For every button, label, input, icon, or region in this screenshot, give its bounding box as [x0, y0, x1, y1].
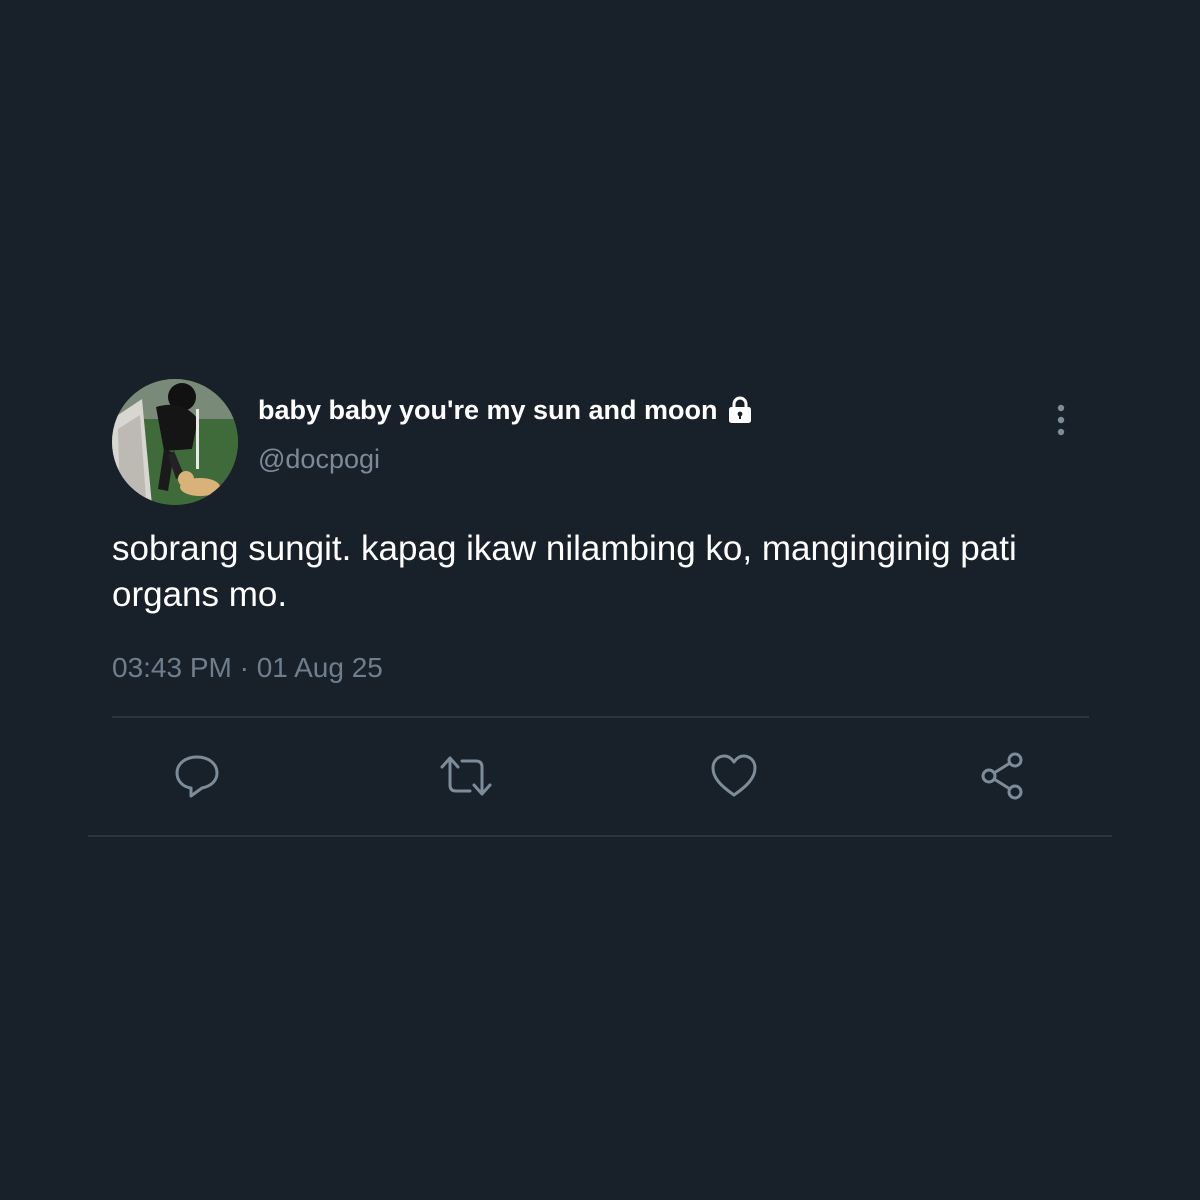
display-name[interactable]: baby baby you're my sun and moon — [258, 392, 756, 428]
profile-photo-icon — [112, 379, 238, 505]
display-name-text: baby baby you're my sun and moon — [258, 394, 718, 425]
retweet-icon — [440, 756, 492, 796]
tweet-card: baby baby you're my sun and moon @docpog… — [88, 360, 1112, 837]
heart-icon — [711, 754, 757, 797]
tweet-text: sobrang sungit. kapag ikaw nilambing ko,… — [112, 529, 1017, 614]
reply-button[interactable] — [169, 748, 225, 804]
more-vertical-icon[interactable] — [1045, 400, 1077, 440]
like-button[interactable] — [706, 748, 762, 804]
retweet-button[interactable] — [438, 748, 494, 804]
avatar[interactable] — [112, 379, 238, 505]
timestamp[interactable]: 03:43 PM · 01 Aug 25 — [112, 652, 383, 684]
share-button[interactable] — [975, 748, 1031, 804]
divider — [112, 716, 1089, 718]
lock-icon — [724, 394, 756, 426]
user-handle[interactable]: @docpogi — [258, 444, 380, 475]
reply-icon — [175, 755, 219, 798]
share-icon — [981, 752, 1023, 800]
